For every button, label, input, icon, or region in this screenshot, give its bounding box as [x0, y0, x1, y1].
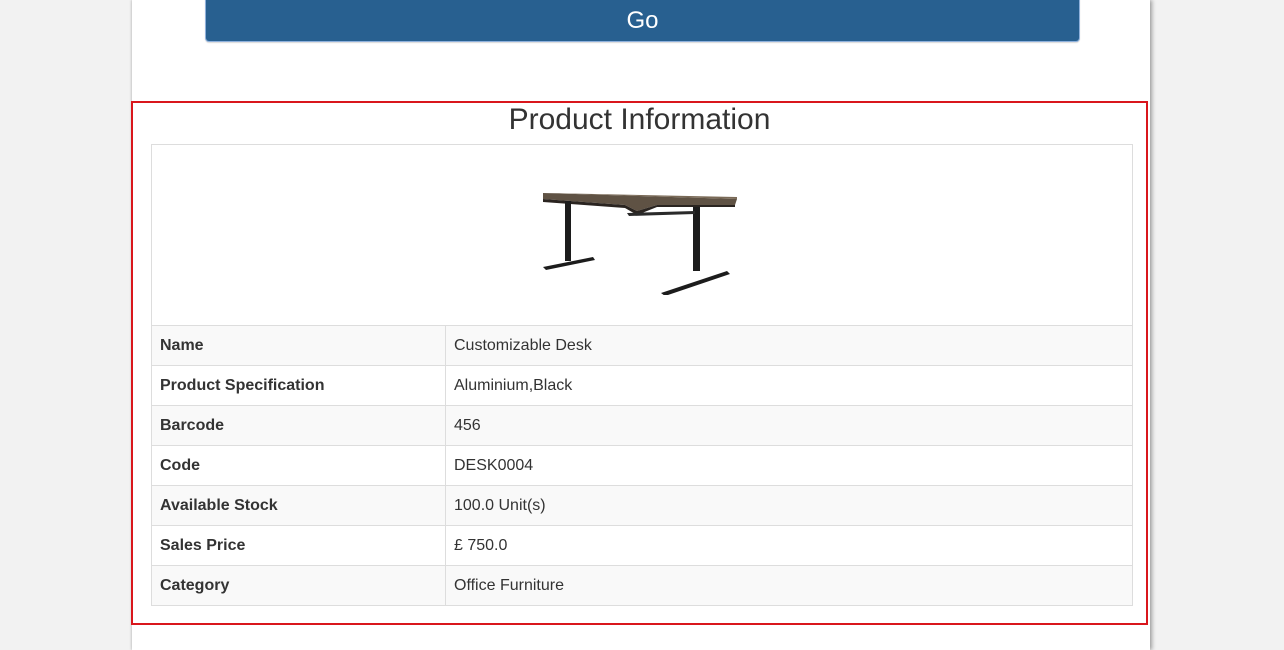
product-info-table: Name Customizable Desk Product Specifica…	[151, 144, 1133, 606]
row-value: 100.0 Unit(s)	[445, 485, 1133, 526]
image-row	[151, 144, 1133, 326]
row-label: Category	[151, 565, 446, 606]
table-row: Category Office Furniture	[151, 565, 1133, 606]
row-label: Code	[151, 445, 446, 486]
table-row: Available Stock 100.0 Unit(s)	[151, 485, 1133, 526]
row-label: Name	[151, 325, 446, 366]
row-value: 456	[445, 405, 1133, 446]
table-row: Code DESK0004	[151, 445, 1133, 486]
row-value: Customizable Desk	[445, 325, 1133, 366]
table-row: Name Customizable Desk	[151, 325, 1133, 366]
desk-image	[543, 193, 737, 295]
go-button[interactable]: Go	[205, 0, 1080, 42]
go-button-label: Go	[626, 6, 659, 34]
row-label: Barcode	[151, 405, 446, 446]
table-row: Barcode 456	[151, 405, 1133, 446]
row-value: £ 750.0	[445, 525, 1133, 566]
row-value: Aluminium,Black	[445, 365, 1133, 406]
row-label: Product Specification	[151, 365, 446, 406]
row-label: Sales Price	[151, 525, 446, 566]
row-label: Available Stock	[151, 485, 446, 526]
table-row: Sales Price £ 750.0	[151, 525, 1133, 566]
section-title: Product Information	[508, 103, 771, 136]
row-value: DESK0004	[445, 445, 1133, 486]
table-row: Product Specification Aluminium,Black	[151, 365, 1133, 406]
row-value: Office Furniture	[445, 565, 1133, 606]
product-information-section: Product Information Name Customizable De…	[131, 101, 1148, 625]
image-cell	[151, 144, 1133, 326]
